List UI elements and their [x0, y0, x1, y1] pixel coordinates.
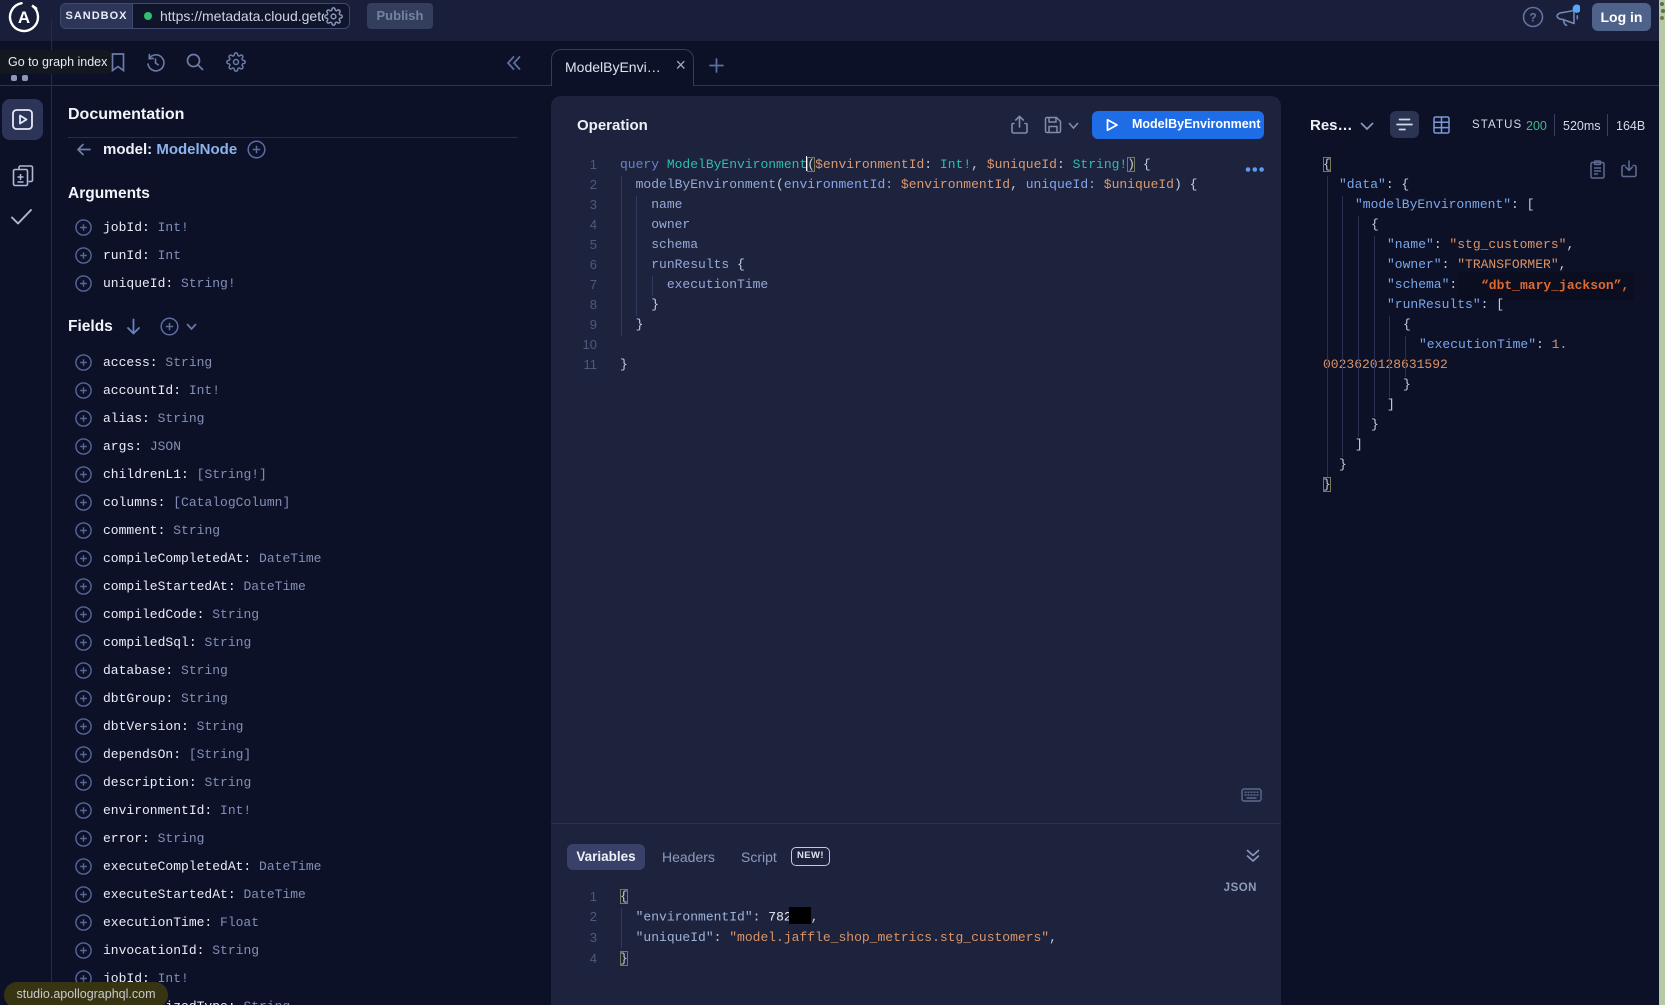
svg-text:A: A [18, 8, 30, 27]
svg-text:?: ? [1529, 11, 1536, 25]
